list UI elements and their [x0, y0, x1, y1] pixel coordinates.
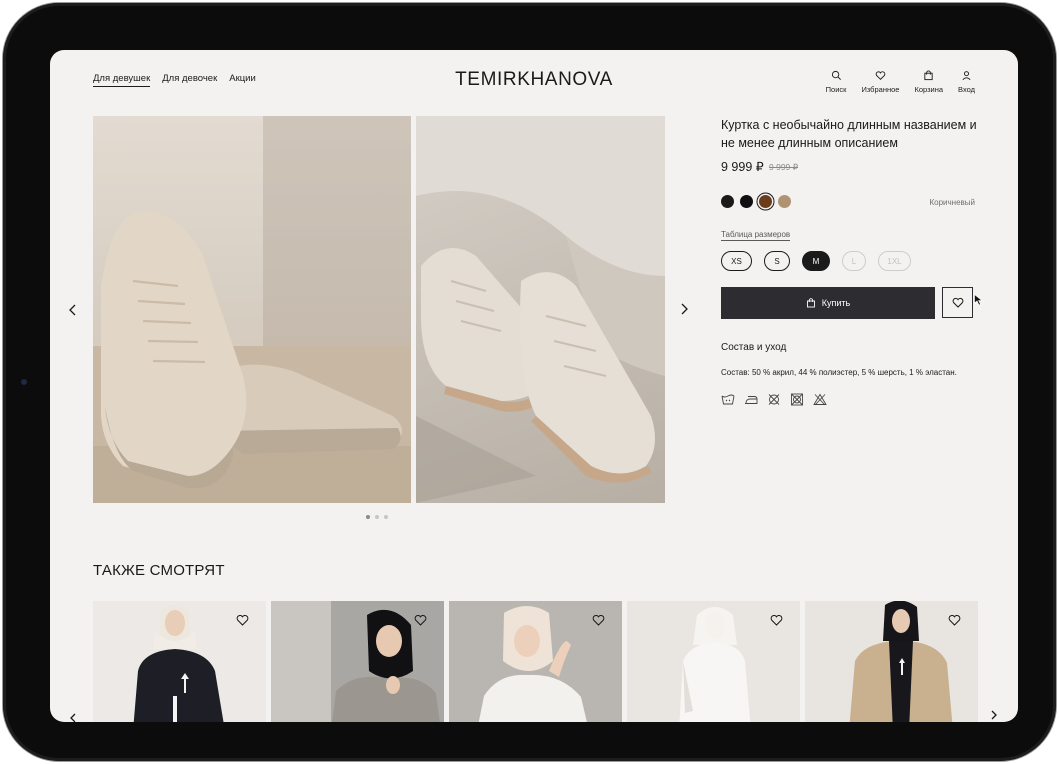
tablet-frame: Для девушек Для девочек Акции TEMIRKHANO…: [3, 3, 1056, 761]
size-selector: XS S M L 1XL: [721, 251, 911, 271]
product-photo-1[interactable]: [93, 116, 411, 503]
sneakers-photo-2: [416, 116, 665, 503]
size-s[interactable]: S: [764, 251, 790, 271]
composition-text: Состав: 50 % акрил, 44 % полиэстер, 5 % …: [721, 368, 957, 377]
care-title: Состав и уход: [721, 342, 787, 353]
also-viewed-title: ТАКЖЕ СМОТРЯТ: [93, 562, 225, 579]
bag-icon: [806, 298, 815, 308]
favorites-label: Избранное: [861, 85, 900, 94]
heart-icon[interactable]: [414, 614, 427, 626]
buy-button[interactable]: Купить: [721, 287, 935, 319]
heart-icon[interactable]: [592, 614, 605, 626]
product-title: Куртка с необычайно длинным названием и …: [721, 118, 977, 150]
color-swatch-dark[interactable]: [740, 195, 753, 208]
header-actions: Поиск Избранное Корзина Вход: [826, 70, 975, 94]
size-xs[interactable]: XS: [721, 251, 752, 271]
size-l: L: [842, 251, 866, 271]
selected-color-name: Коричневый: [929, 198, 975, 207]
cart-label: Корзина: [914, 85, 944, 94]
product-photo-2[interactable]: [416, 116, 665, 503]
no-tumble-dry-icon: [791, 393, 803, 406]
login-label: Вход: [958, 85, 975, 94]
color-swatch-brown[interactable]: [759, 195, 772, 208]
cart-action[interactable]: Корзина: [914, 70, 943, 94]
wash-30-icon: [721, 394, 735, 405]
add-to-favorites-button[interactable]: [942, 287, 973, 318]
mouse-cursor-icon: [974, 294, 983, 306]
heart-icon: [875, 71, 886, 80]
heart-icon[interactable]: [770, 614, 783, 626]
heart-icon[interactable]: [236, 614, 249, 626]
carousel-prev-arrow-icon[interactable]: [67, 712, 79, 722]
product-card[interactable]: [93, 601, 266, 722]
gallery-dot[interactable]: [375, 515, 379, 519]
search-label: Поиск: [825, 85, 847, 94]
no-dryclean-icon: [768, 394, 780, 405]
size-m[interactable]: M: [802, 251, 830, 271]
color-swatch-black[interactable]: [721, 195, 734, 208]
screen: Для девушек Для девочек Акции TEMIRKHANO…: [50, 50, 1018, 722]
heart-icon: [952, 297, 963, 308]
iron-icon: [745, 396, 758, 404]
search-action[interactable]: Поиск: [825, 70, 847, 94]
no-bleach-icon: [813, 393, 827, 406]
product-card[interactable]: [805, 601, 978, 722]
gallery-dot[interactable]: [384, 515, 388, 519]
carousel-next-arrow-icon[interactable]: [988, 709, 1000, 721]
size-chart-link[interactable]: Таблица размеров: [721, 230, 791, 241]
product-card[interactable]: [271, 601, 444, 722]
camera: [21, 379, 27, 385]
buy-label: Купить: [821, 298, 851, 308]
product-card[interactable]: [627, 601, 800, 722]
color-swatch-beige[interactable]: [778, 195, 791, 208]
care-icons: [721, 393, 827, 406]
size-1xl: 1XL: [878, 251, 911, 271]
search-icon: [831, 70, 841, 80]
gallery-next-arrow-icon[interactable]: [677, 302, 691, 316]
product-card[interactable]: [449, 601, 622, 722]
color-swatches: [721, 195, 791, 208]
gallery-pagination: [366, 515, 388, 519]
login-action[interactable]: Вход: [958, 70, 975, 94]
gallery-prev-arrow-icon[interactable]: [66, 303, 80, 317]
sneakers-photo-1: [93, 116, 411, 503]
also-viewed-carousel: [93, 601, 978, 722]
product-old-price: 9 999 ₽: [769, 162, 799, 172]
gallery-dot[interactable]: [366, 515, 370, 519]
product-price: 9 999 ₽: [721, 160, 764, 174]
heart-icon[interactable]: [948, 614, 961, 626]
user-icon: [962, 71, 971, 80]
favorites-action[interactable]: Избранное: [861, 70, 899, 94]
bag-icon: [924, 70, 933, 81]
